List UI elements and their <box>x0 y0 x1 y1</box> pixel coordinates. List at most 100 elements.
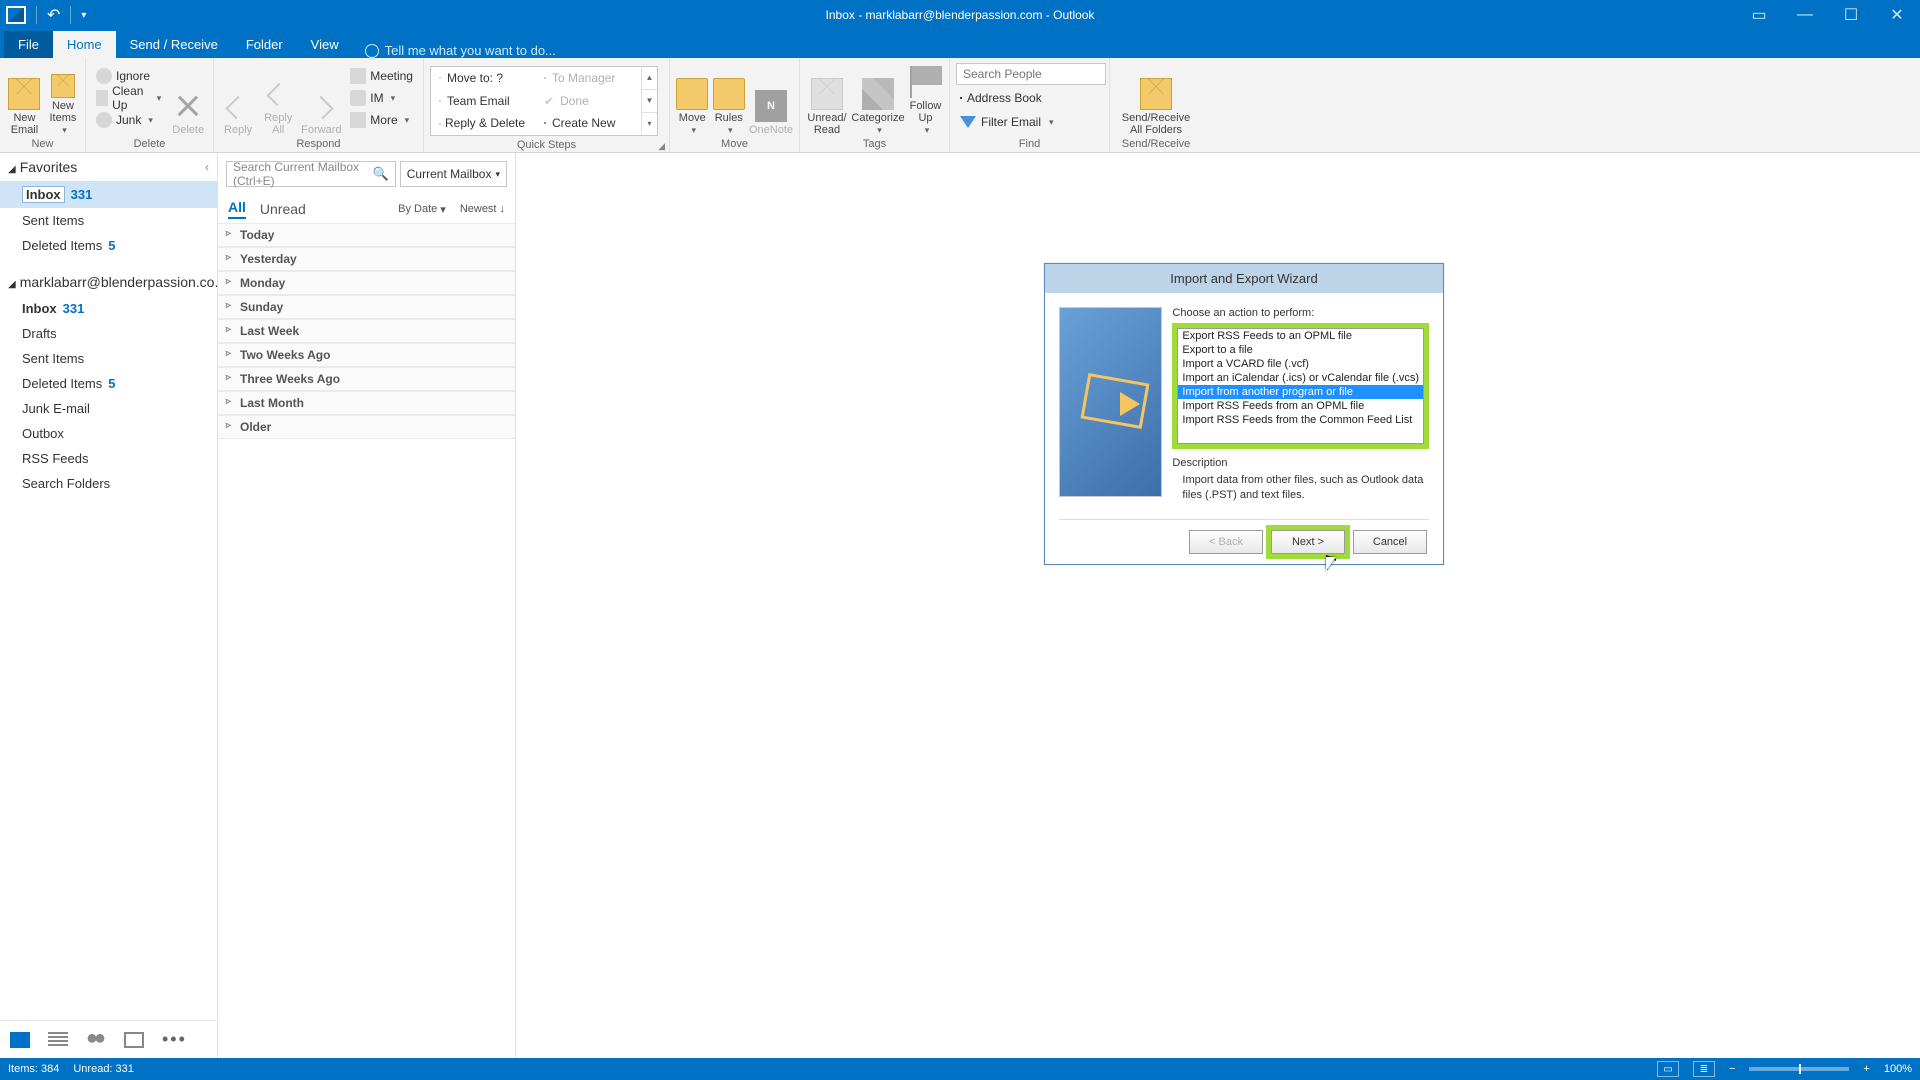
date-group[interactable]: Two Weeks Ago <box>218 343 515 367</box>
follow-up-button[interactable]: Follow Up <box>908 60 943 136</box>
new-email-button[interactable]: New Email <box>6 60 43 136</box>
ribbon: New Email New Items New Ignore Clean Up … <box>0 58 1920 153</box>
unread-read-button[interactable]: Unread/ Read <box>806 60 848 136</box>
tab-view[interactable]: View <box>297 31 353 58</box>
date-group[interactable]: Monday <box>218 271 515 295</box>
categorize-button[interactable]: Categorize <box>852 60 904 136</box>
quick-steps-launcher-icon[interactable]: ◢ <box>424 141 669 152</box>
cancel-button[interactable]: Cancel <box>1353 530 1427 554</box>
next-button[interactable]: Next > <box>1271 530 1345 554</box>
action-item[interactable]: Export to a file <box>1178 343 1423 357</box>
nav-folder-sent-items[interactable]: Sent Items <box>0 346 217 371</box>
group-delete-label: Delete <box>86 138 213 152</box>
action-list-highlight: Export RSS Feeds to an OPML fileExport t… <box>1172 323 1429 449</box>
rules-button[interactable]: Rules <box>713 60 746 136</box>
zoom-out-icon[interactable]: − <box>1729 1063 1735 1075</box>
reading-pane: Import and Export Wizard Choose an actio… <box>516 153 1920 1058</box>
quick-steps-gallery[interactable]: Move to: ? Team Email Reply & Delete To … <box>430 66 658 136</box>
minimize-icon[interactable]: — <box>1782 0 1828 30</box>
respond-more-button[interactable]: More <box>346 109 417 131</box>
account-header[interactable]: ◢marklabarr@blenderpassion.co... <box>0 268 217 296</box>
date-group[interactable]: Last Month <box>218 391 515 415</box>
date-group[interactable]: Sunday <box>218 295 515 319</box>
group-respond-label: Respond <box>214 138 423 152</box>
meeting-button[interactable]: Meeting <box>346 65 417 87</box>
date-group[interactable]: Yesterday <box>218 247 515 271</box>
nav-folder-rss-feeds[interactable]: RSS Feeds <box>0 446 217 471</box>
action-item[interactable]: Import an iCalendar (.ics) or vCalendar … <box>1178 371 1423 385</box>
action-item[interactable]: Import RSS Feeds from an OPML file <box>1178 399 1423 413</box>
nav-folder-outbox[interactable]: Outbox <box>0 421 217 446</box>
tab-send-receive[interactable]: Send / Receive <box>116 31 232 58</box>
delete-button[interactable]: Delete <box>169 60 207 136</box>
action-item[interactable]: Export RSS Feeds to an OPML file <box>1178 329 1423 343</box>
dialog-title: Import and Export Wizard <box>1045 264 1443 293</box>
sort-newest[interactable]: Newest ↓ <box>460 203 505 215</box>
date-group[interactable]: Three Weeks Ago <box>218 367 515 391</box>
nav-folder-search-folders[interactable]: Search Folders <box>0 471 217 496</box>
action-item[interactable]: Import RSS Feeds from the Common Feed Li… <box>1178 413 1423 427</box>
move-button[interactable]: Move <box>676 60 709 136</box>
junk-button[interactable]: Junk <box>92 109 165 131</box>
search-mailbox-input[interactable]: Search Current Mailbox (Ctrl+E) 🔍 <box>226 161 396 187</box>
view-reading-icon[interactable]: ≣ <box>1693 1061 1715 1077</box>
im-button[interactable]: IM <box>346 87 417 109</box>
people-view-icon[interactable] <box>86 1032 106 1048</box>
filter-email-button[interactable]: Filter Email <box>956 111 1106 133</box>
filter-unread[interactable]: Unread <box>260 201 306 217</box>
zoom-slider[interactable] <box>1749 1067 1849 1071</box>
forward-button[interactable]: Forward <box>300 60 342 136</box>
action-item[interactable]: Import from another program or file <box>1178 385 1423 399</box>
group-tags-label: Tags <box>800 138 949 152</box>
nav-folder-drafts[interactable]: Drafts <box>0 321 217 346</box>
ribbon-tabs: File Home Send / Receive Folder View Tel… <box>0 30 1920 58</box>
filter-all[interactable]: All <box>228 199 246 219</box>
clean-up-button[interactable]: Clean Up <box>92 87 165 109</box>
action-list[interactable]: Export RSS Feeds to an OPML fileExport t… <box>1177 328 1424 444</box>
tasks-view-icon[interactable] <box>124 1032 144 1048</box>
dialog-prompt: Choose an action to perform: <box>1172 307 1429 319</box>
send-receive-all-button[interactable]: Send/Receive All Folders <box>1116 60 1196 136</box>
nav-folder-junk-e-mail[interactable]: Junk E-mail <box>0 396 217 421</box>
date-group[interactable]: Older <box>218 415 515 439</box>
sort-by-date[interactable]: By Date ▾ <box>398 203 446 216</box>
nav-more-icon[interactable]: ••• <box>162 1029 187 1050</box>
tab-folder[interactable]: Folder <box>232 31 297 58</box>
status-unread: Unread: 331 <box>73 1063 134 1075</box>
nav-folder-sent-items[interactable]: Sent Items <box>0 208 217 233</box>
search-icon[interactable]: 🔍 <box>373 166 389 182</box>
view-normal-icon[interactable]: ▭ <box>1657 1061 1679 1077</box>
quick-steps-down-icon[interactable]: ▼ <box>642 90 657 113</box>
bulb-icon <box>365 44 379 58</box>
maximize-icon[interactable]: ☐ <box>1828 0 1874 30</box>
ribbon-display-icon[interactable]: ▭ <box>1736 0 1782 30</box>
onenote-button[interactable]: NOneNote <box>749 60 793 136</box>
nav-folder-deleted-items[interactable]: Deleted Items 5 <box>0 233 217 258</box>
action-item[interactable]: Import a VCARD file (.vcf) <box>1178 357 1423 371</box>
calendar-view-icon[interactable] <box>48 1032 68 1048</box>
date-group[interactable]: Last Week <box>218 319 515 343</box>
search-scope-dropdown[interactable]: Current Mailbox▾ <box>400 161 507 187</box>
new-items-button[interactable]: New Items <box>47 60 79 136</box>
undo-icon[interactable]: ↶ <box>47 5 60 25</box>
tell-me-search[interactable]: Tell me what you want to do... <box>353 43 568 58</box>
address-book-button[interactable]: Address Book <box>956 87 1106 109</box>
nav-folder-inbox[interactable]: Inbox 331 <box>0 296 217 321</box>
search-people-input[interactable] <box>956 63 1106 85</box>
zoom-in-icon[interactable]: + <box>1863 1063 1869 1075</box>
favorites-header[interactable]: ◢Favorites ‹ <box>0 153 217 181</box>
nav-folder-inbox[interactable]: Inbox 331 <box>0 181 217 208</box>
quick-steps-more-icon[interactable]: ▾ <box>642 113 657 135</box>
close-icon[interactable]: ✕ <box>1874 0 1920 30</box>
nav-folder-deleted-items[interactable]: Deleted Items 5 <box>0 371 217 396</box>
qat-customize-icon[interactable]: ▾ <box>81 10 86 21</box>
reply-all-button[interactable]: Reply All <box>260 60 296 136</box>
group-new-label: New <box>0 138 85 152</box>
quick-steps-up-icon[interactable]: ▲ <box>642 67 657 90</box>
date-group[interactable]: Today <box>218 223 515 247</box>
tab-file[interactable]: File <box>4 31 53 58</box>
mail-view-icon[interactable] <box>10 1032 30 1048</box>
collapse-nav-icon[interactable]: ‹ <box>205 160 209 174</box>
reply-button[interactable]: Reply <box>220 60 256 136</box>
tab-home[interactable]: Home <box>53 31 116 58</box>
